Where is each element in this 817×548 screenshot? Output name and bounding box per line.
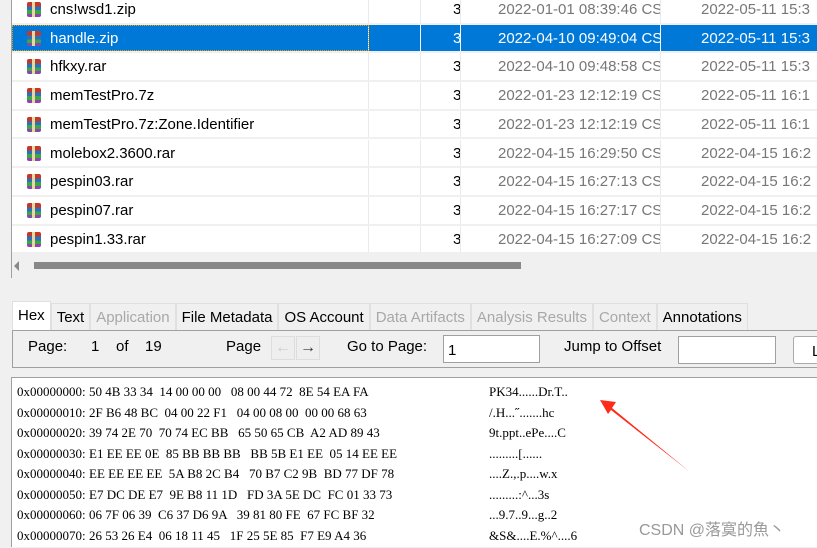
red-arrow-annotation <box>600 400 690 472</box>
watermark: CSDN @落寞的魚丶 <box>639 522 786 539</box>
